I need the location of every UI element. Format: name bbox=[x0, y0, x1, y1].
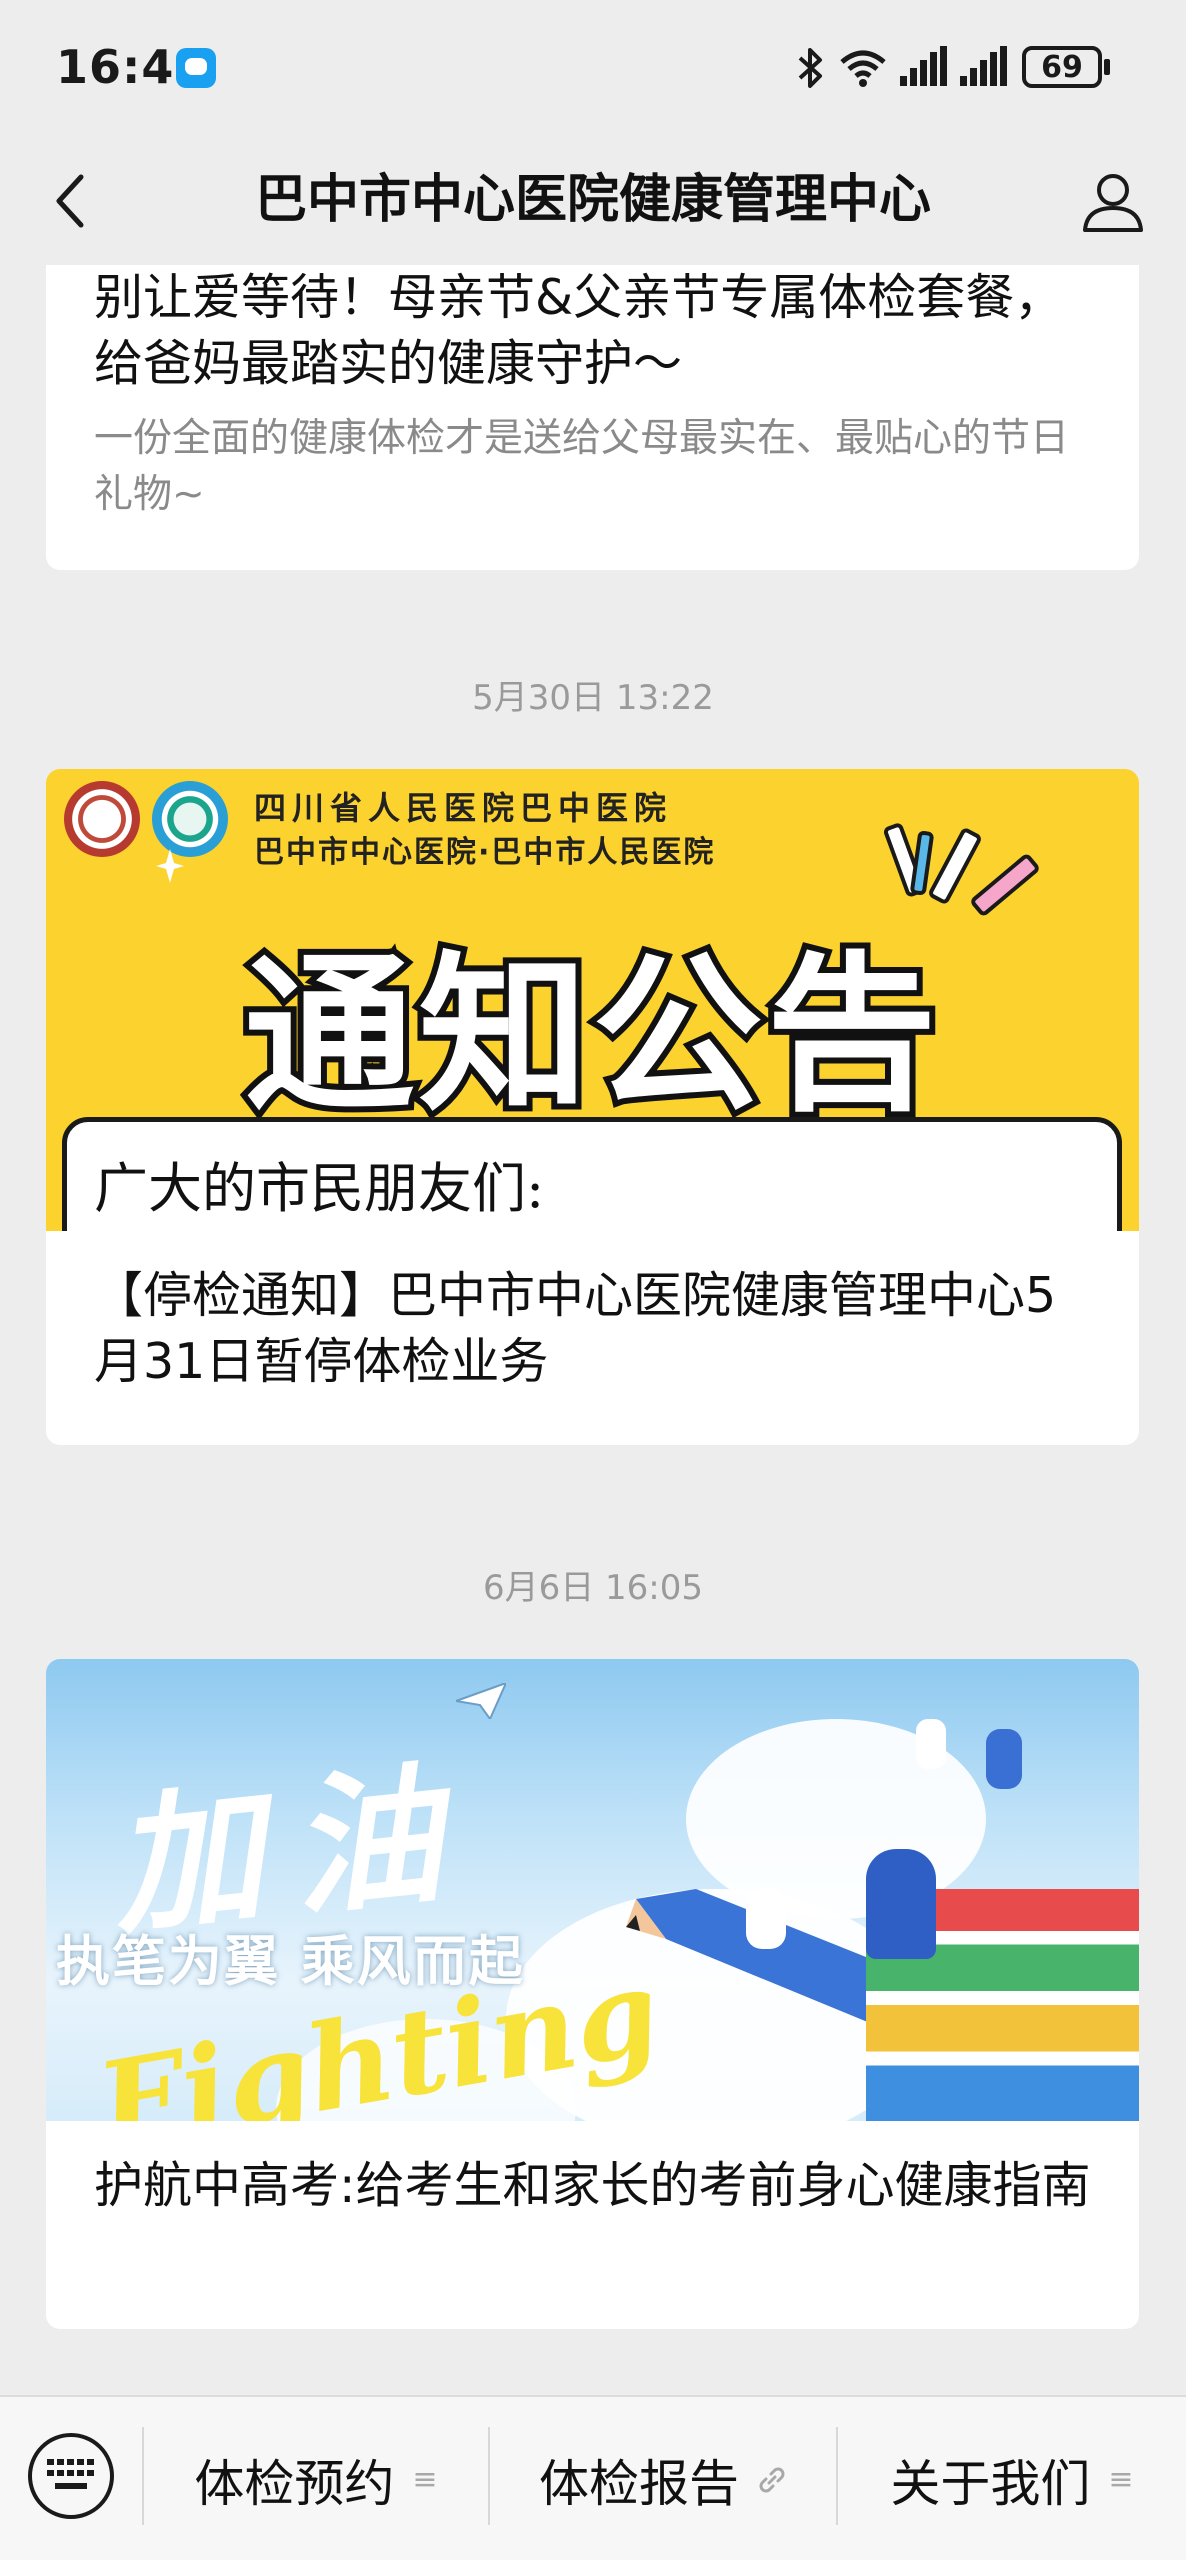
message-timestamp: 5月30日 13:22 bbox=[472, 678, 714, 718]
battery-icon: 69 bbox=[1022, 46, 1102, 88]
student-figure bbox=[866, 1849, 936, 1959]
keyboard-icon bbox=[47, 2459, 94, 2489]
hospital-logo bbox=[64, 781, 140, 857]
menu-item-label: 关于我们 bbox=[890, 2454, 1091, 2513]
bottom-menu: 体检预约 ≡ 体检报告 关于我们 ≡ bbox=[0, 2395, 1186, 2560]
menu-item-label: 体检预约 bbox=[194, 2454, 395, 2513]
battery-tip bbox=[1104, 59, 1110, 75]
menu-lines-icon: ≡ bbox=[412, 2462, 438, 2497]
menu-item-exam-report[interactable]: 体检报告 bbox=[490, 2397, 836, 2560]
hospital-name: 四川省人民医院巴中医院 bbox=[254, 789, 673, 827]
article-cover-image: 加油 执笔为翼 乘风而起 Fighting bbox=[46, 1659, 1139, 2121]
message-icon bbox=[176, 48, 216, 88]
profile-button[interactable] bbox=[1068, 157, 1158, 247]
status-icons: 69 bbox=[796, 40, 1126, 96]
article-feed[interactable]: 别让爱等待！母亲节&父亲节专属体检套餐，给爸妈最踏实的健康守护～ 一份全面的健康… bbox=[0, 265, 1186, 2395]
hospital-subname: 巴中市中心医院·巴中市人民医院 bbox=[254, 835, 716, 870]
menu-item-about-us[interactable]: 关于我们 ≡ bbox=[838, 2397, 1186, 2560]
article-title: 护航中高考:给考生和家长的考前身心健康指南 bbox=[94, 2157, 1091, 2214]
paper-plane-icon bbox=[456, 1683, 506, 1719]
profile-icon bbox=[1083, 174, 1143, 232]
battery-level: 69 bbox=[1041, 49, 1083, 85]
article-card[interactable]: 四川省人民医院巴中医院 巴中市中心医院·巴中市人民医院 通知公告 广大的市民朋友… bbox=[46, 769, 1139, 1445]
menu-lines-icon: ≡ bbox=[1108, 2462, 1134, 2497]
menu-item-exam-booking[interactable]: 体检预约 ≡ bbox=[144, 2397, 488, 2560]
bluetooth-icon bbox=[798, 48, 822, 88]
link-icon bbox=[759, 2467, 785, 2492]
article-card[interactable]: 加油 执笔为翼 乘风而起 Fighting 护航中高考:给考生和家长的考前身心健… bbox=[46, 1659, 1139, 2329]
student-figure bbox=[746, 1889, 786, 1949]
notice-headline: 通知公告 bbox=[238, 931, 942, 1141]
message-timestamp: 6月6日 16:05 bbox=[482, 1568, 704, 1608]
menu-item-label: 体检报告 bbox=[539, 2454, 739, 2513]
wifi-icon bbox=[840, 50, 886, 87]
page-title: 巴中市中心医院健康管理中心 bbox=[254, 170, 931, 230]
student-figure bbox=[986, 1729, 1022, 1789]
notice-greeting: 广大的市民朋友们: bbox=[94, 1157, 545, 1220]
article-cover-image: 四川省人民医院巴中医院 巴中市中心医院·巴中市人民医院 通知公告 广大的市民朋友… bbox=[46, 769, 1139, 1231]
signal-icon bbox=[960, 46, 1007, 86]
back-arrow-icon bbox=[56, 174, 84, 228]
status-bar: 16:48 69 bbox=[0, 0, 1186, 135]
signal-icon bbox=[900, 46, 947, 86]
article-title: 别让爱等待！母亲节&父亲节专属体检套餐，给爸妈最踏实的健康守护～ bbox=[94, 269, 1064, 392]
nav-bar: 巴中市中心医院健康管理中心 bbox=[0, 135, 1186, 265]
article-title: 【停检通知】巴中市中心医院健康管理中心5月31日暂停体检业务 bbox=[94, 1267, 1057, 1390]
article-summary: 一份全面的健康体检才是送给父母最实在、最贴心的节日礼物~ bbox=[94, 416, 1070, 517]
article-card[interactable]: 别让爱等待！母亲节&父亲节专属体检套餐，给爸妈最踏实的健康守护～ 一份全面的健康… bbox=[46, 265, 1139, 570]
hospital-logo bbox=[152, 781, 228, 857]
sparkle-icon bbox=[156, 849, 184, 883]
keyboard-button[interactable] bbox=[28, 2433, 114, 2519]
student-figure bbox=[916, 1719, 946, 1769]
back-button[interactable] bbox=[30, 161, 110, 241]
